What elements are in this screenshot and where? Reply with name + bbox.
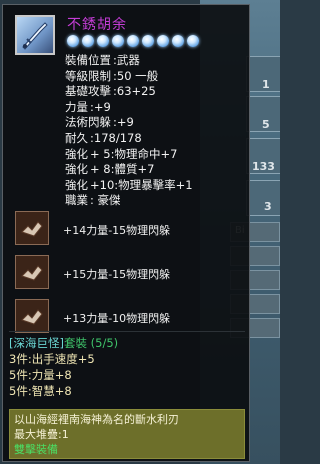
stat-line: 基礎攻擊:63+25 [65, 84, 156, 99]
stat-line: 強化 + 5:物理命中+7 [65, 146, 178, 161]
enhancement-star-icon [187, 35, 199, 47]
slot-count: 133 [252, 160, 275, 173]
enhancement-star-icon [97, 35, 109, 47]
enhancement-star-icon [82, 35, 94, 47]
set-bonus-line: 3件:出手速度+5 [9, 352, 95, 366]
equip-hint-text: 雙擊裝備 [14, 443, 58, 456]
stat-line: 耐久:178/178 [65, 130, 142, 145]
item-title: 不銹胡余 [67, 17, 127, 33]
slot-count: 5 [262, 118, 270, 131]
rune-icon [15, 255, 49, 289]
enhancement-star-icon [172, 35, 184, 47]
inventory-slot[interactable] [246, 180, 280, 216]
slot-count: 3 [264, 200, 272, 213]
set-name: [深海巨怪]套裝 (5/5) [9, 336, 119, 350]
sword-icon [15, 15, 55, 55]
rune-slot[interactable]: +15力量-15物理閃躲 [15, 255, 245, 291]
stat-line: 力量:+9 [65, 99, 111, 114]
rune-text: +14力量-15物理閃躲 [63, 224, 171, 237]
item-description: 以山海經裡南海神為名的斷水利刃 最大堆疊:1 雙擊裝備 [9, 409, 245, 459]
stat-line: 裝備位置:武器 [65, 53, 140, 67]
enhancement-star-icon [127, 35, 139, 47]
enhancement-star-icon [67, 35, 79, 47]
stat-line: 強化 + 8:體質+7 [65, 162, 155, 177]
enhancement-stars [67, 35, 199, 47]
description-text: 以山海經裡南海神為名的斷水利刃 [14, 413, 179, 426]
rune-slot[interactable]: +13力量-10物理閃躲 [15, 299, 245, 335]
set-bonus-line: 5件:力量+8 [9, 368, 72, 382]
stat-list: 裝備位置:武器 等級限制:50 一般 基礎攻擊:63+25 力量:+9 法術閃躲… [65, 53, 193, 209]
divider [9, 331, 245, 332]
item-tooltip: 不銹胡余 裝備位置:武器 等級限制:50 一般 基礎攻擊:63+25 力量:+9… [2, 4, 250, 462]
stat-line: 職業: 豪傑 [65, 193, 121, 208]
enhancement-star-icon [157, 35, 169, 47]
rune-slot[interactable]: +14力量-15物理閃躲 [15, 211, 245, 247]
set-bonus-block: [深海巨怪]套裝 (5/5) 3件:出手速度+5 5件:力量+8 5件:智慧+8 [9, 335, 245, 399]
rune-text: +15力量-15物理閃躲 [63, 268, 171, 281]
enhancement-star-icon [142, 35, 154, 47]
stat-line: 強化 +10:物理暴擊率+1 [65, 177, 193, 192]
rune-text: +13力量-10物理閃躲 [63, 312, 171, 325]
stat-line: 法術閃躲:+9 [65, 115, 134, 130]
enhancement-star-icon [112, 35, 124, 47]
slot-count: 1 [262, 78, 270, 91]
stat-line: 等級限制:50 一般 [65, 68, 159, 83]
rune-icon [15, 211, 49, 245]
set-bonus-line: 5件:智慧+8 [9, 384, 72, 398]
max-stack-text: 最大堆疊:1 [14, 428, 69, 441]
rune-icon [15, 299, 49, 333]
